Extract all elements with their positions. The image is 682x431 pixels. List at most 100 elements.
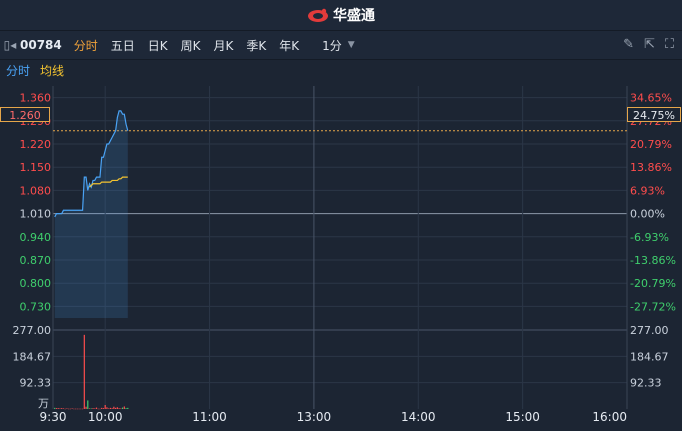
tab-quarterly-k[interactable]: 季K — [246, 37, 266, 54]
pct-tick-label: -27.72% — [630, 300, 676, 313]
legend-timeshare[interactable]: 分时 — [6, 62, 30, 79]
volume-tick-label-right: 92.33 — [630, 377, 662, 390]
brand-mark-icon — [308, 8, 328, 22]
time-tick-label: 15:00 — [505, 410, 540, 424]
volume-bar — [87, 400, 89, 409]
volume-bar — [88, 408, 91, 409]
price-tick-label: 0.800 — [20, 277, 52, 290]
volume-bar — [61, 408, 63, 409]
volume-bar — [80, 408, 82, 410]
time-tick-label: 11:00 — [192, 410, 227, 424]
sidebar-toggle-icon[interactable]: ▯◂ — [0, 38, 20, 52]
volume-tick-label-right: 277.00 — [630, 324, 669, 337]
period-select[interactable]: 1分 ▼ — [322, 37, 355, 54]
volume-bar — [127, 407, 129, 409]
volume-bar — [78, 408, 80, 410]
pct-tick-label: 6.93% — [630, 184, 665, 197]
volume-bar — [111, 408, 113, 409]
price-tick-label: 0.870 — [20, 254, 52, 267]
fullscreen-icon[interactable]: ⛶ — [665, 37, 674, 52]
volume-bar — [99, 408, 101, 410]
time-tick-label: 10:00 — [88, 410, 123, 424]
volume-bar — [125, 408, 127, 409]
brand-name: 华盛通 — [333, 8, 375, 24]
pct-tick-label: 0.00% — [630, 208, 665, 221]
volume-bar — [113, 406, 115, 409]
volume-bar — [92, 408, 94, 409]
volume-bar — [120, 408, 122, 409]
price-tick-label: 1.360 — [20, 92, 52, 105]
pct-tick-label: 13.86% — [630, 161, 672, 174]
volume-bar — [95, 407, 98, 409]
volume-bar — [83, 334, 85, 409]
volume-bar — [106, 407, 108, 409]
tab-yearly-k[interactable]: 年K — [279, 37, 299, 54]
volume-bar — [71, 408, 73, 409]
tab-daily-k[interactable]: 日K — [148, 37, 168, 54]
volume-bar — [109, 407, 111, 409]
volume-bar — [66, 408, 68, 409]
price-tick-label: 1.080 — [20, 184, 52, 197]
volume-bar — [64, 408, 66, 410]
volume-bar — [75, 408, 77, 410]
volume-bar — [102, 408, 105, 409]
intraday-chart: 1.36034.65%1.29027.72%1.22020.79%1.15013… — [0, 78, 682, 431]
volume-bar — [68, 408, 70, 410]
volume-bar — [118, 408, 120, 409]
volume-bar — [94, 408, 96, 409]
chevron-down-icon: ▼ — [347, 40, 355, 50]
pct-tick-label: -6.93% — [630, 231, 669, 244]
volume-bar — [62, 408, 65, 409]
volume-bar — [97, 408, 99, 410]
pct-tick-label: 20.79% — [630, 138, 672, 151]
volume-bar — [76, 408, 78, 410]
tab-weekly-k[interactable]: 周K — [181, 37, 201, 54]
volume-bar — [90, 408, 92, 409]
price-tick-label: 1.010 — [20, 208, 52, 221]
chart-legend: 分时 均线 — [6, 62, 64, 79]
volume-tick-label: 184.67 — [13, 350, 52, 363]
pct-tick-label: -13.86% — [630, 254, 676, 267]
stock-code: 00784 — [20, 38, 62, 52]
volume-bar — [55, 408, 58, 409]
volume-tick-label-right: 184.67 — [630, 350, 669, 363]
pct-tick-label: -20.79% — [630, 277, 676, 290]
period-label: 1分 — [322, 38, 342, 53]
volume-unit-label: 万 — [38, 397, 49, 410]
tab-monthly-k[interactable]: 月K — [214, 37, 234, 54]
volume-bar — [69, 408, 71, 410]
volume-bar — [73, 408, 75, 410]
legend-average[interactable]: 均线 — [40, 62, 64, 79]
expand-arrows-icon[interactable]: ⇱ — [644, 37, 655, 52]
price-tick-label: 0.730 — [20, 300, 52, 313]
volume-tick-label: 92.33 — [20, 377, 52, 390]
volume-bar — [123, 406, 125, 409]
price-tick-label: 1.150 — [20, 161, 52, 174]
volume-bar — [54, 407, 56, 409]
volume-bar — [57, 408, 59, 409]
brand-logo: 华盛通 — [307, 5, 375, 25]
volume-bar — [59, 408, 61, 409]
volume-bar — [101, 407, 103, 409]
current-pct-tag: 24.75% — [627, 107, 681, 122]
volume-bar — [121, 407, 124, 409]
volume-bar — [81, 408, 84, 410]
price-tick-label: 1.220 — [20, 138, 52, 151]
volume-bar — [115, 407, 117, 409]
volume-bar — [108, 408, 110, 409]
volume-bar — [85, 406, 87, 409]
time-tick-label: 9:30 — [40, 410, 67, 424]
volume-bar — [104, 405, 106, 409]
title-bar: 华盛通 — [0, 0, 682, 31]
time-tick-label: 16:00 — [592, 410, 627, 424]
toolbar: ▯◂ 00784 分时 五日 日K 周K 月K 季K 年K 1分 ▼ ✎ ⇱ ⛶ — [0, 31, 682, 60]
volume-bar — [116, 407, 118, 409]
pencil-icon[interactable]: ✎ — [623, 37, 634, 52]
current-price-tag: 1.260 — [0, 107, 50, 122]
tab-five-day[interactable]: 五日 — [111, 37, 135, 54]
tab-timeshare[interactable]: 分时 — [74, 37, 98, 54]
chart-tools: ✎ ⇱ ⛶ — [623, 37, 674, 52]
time-tick-label: 13:00 — [297, 410, 332, 424]
price-tick-label: 0.940 — [20, 231, 52, 244]
time-tick-label: 14:00 — [401, 410, 436, 424]
